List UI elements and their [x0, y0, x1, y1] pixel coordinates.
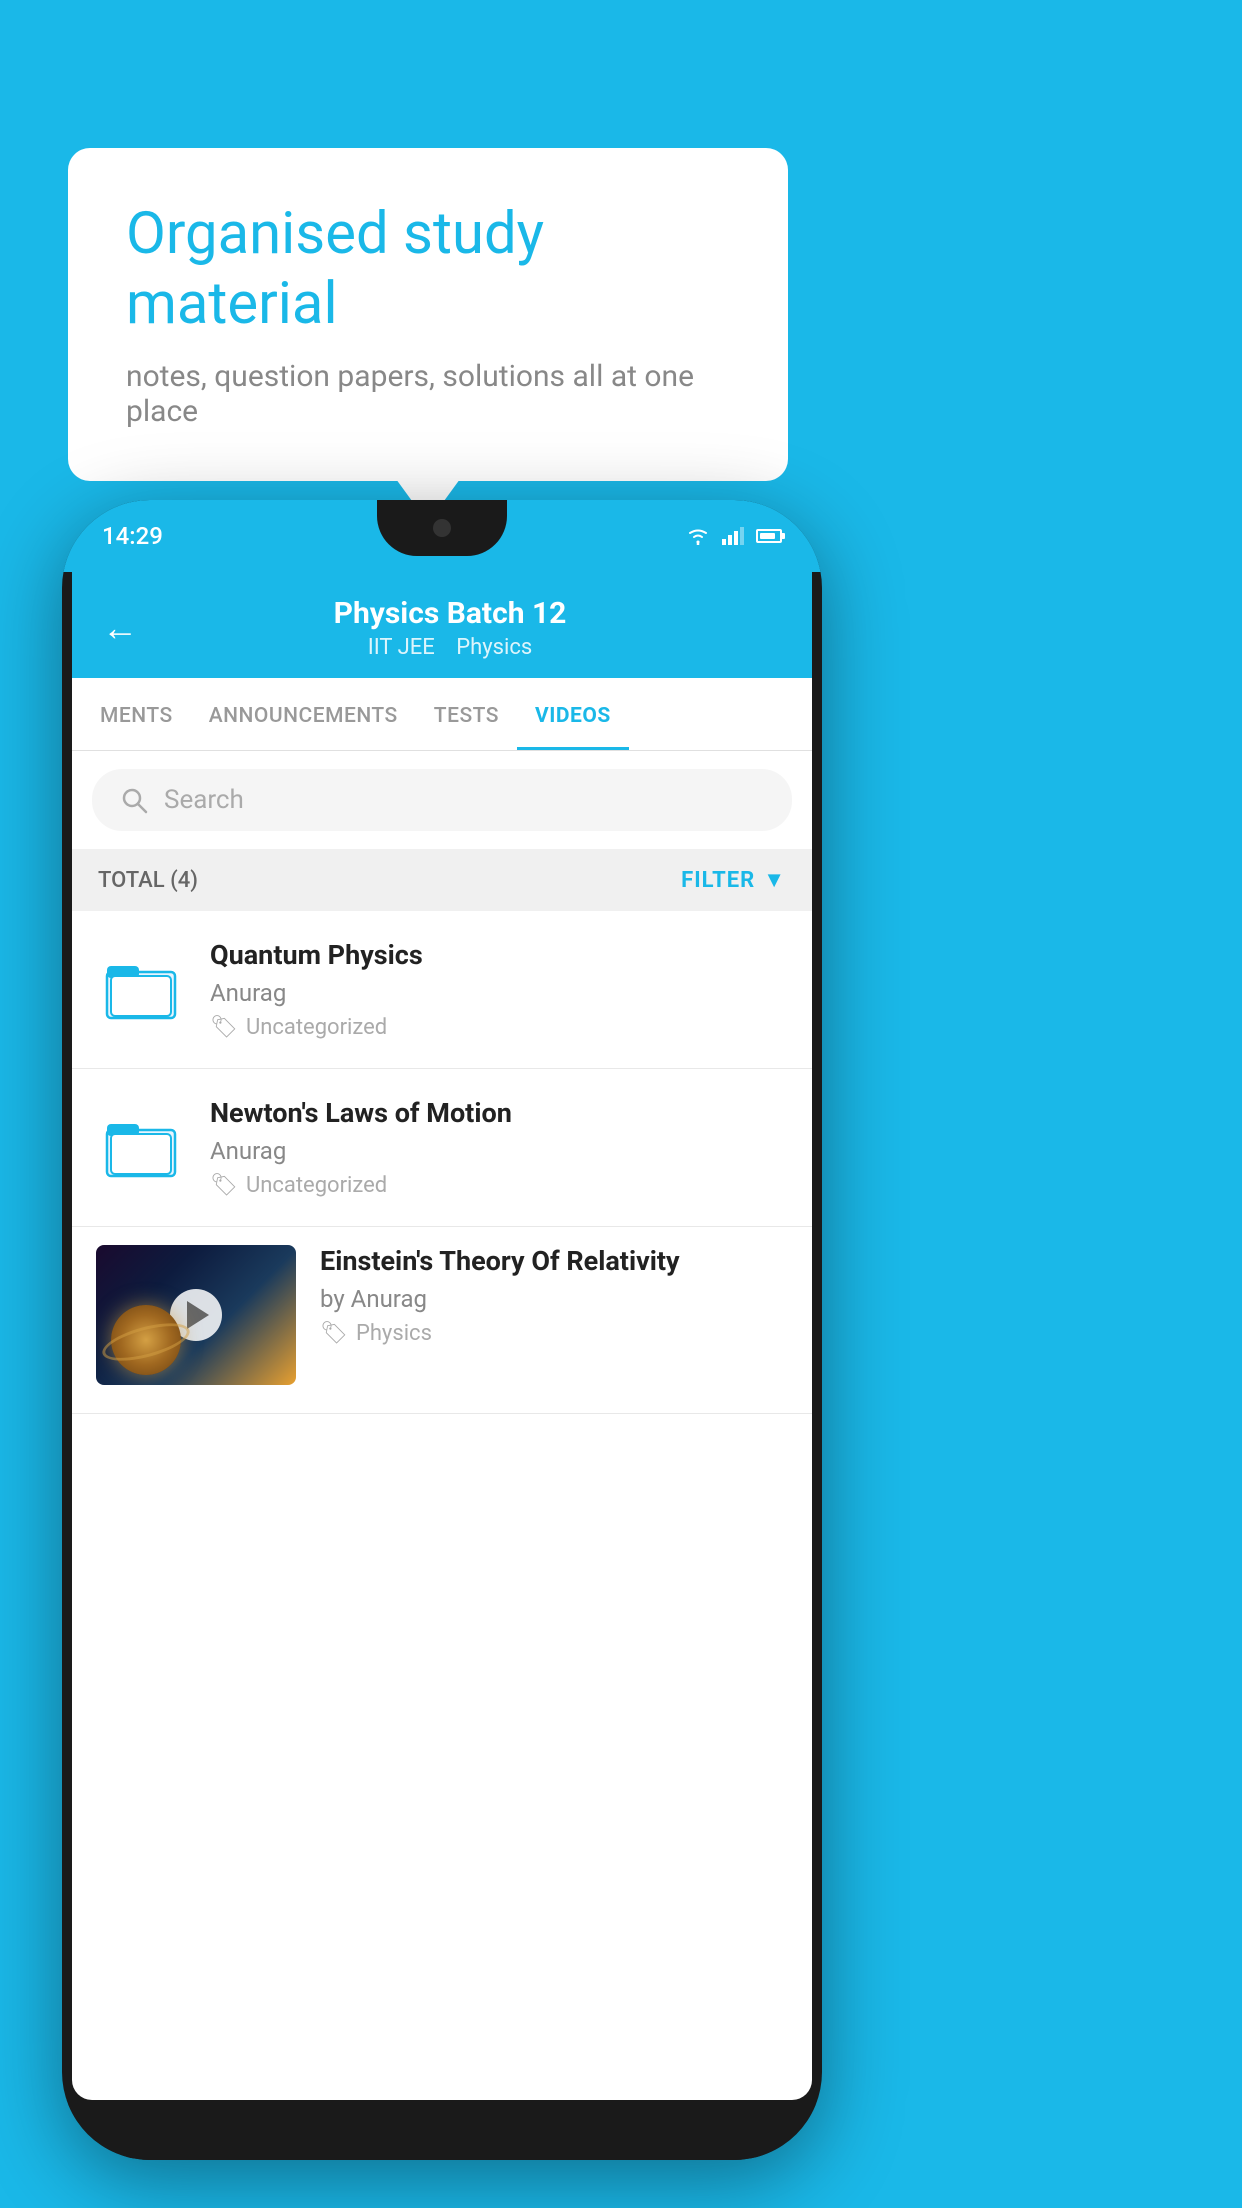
signal-icon: [722, 527, 744, 545]
tab-announcements[interactable]: ANNOUNCEMENTS: [191, 678, 416, 750]
wifi-icon: [686, 527, 710, 545]
iit-jee-tag: IIT JEE: [368, 635, 435, 660]
filter-label: FILTER: [681, 868, 755, 893]
folder-thumbnail-2: [96, 1103, 186, 1193]
video-author-2: Anurag: [210, 1137, 788, 1165]
phone-notch: [377, 500, 507, 556]
list-item[interactable]: Newton's Laws of Motion Anurag 🏷 Uncateg…: [72, 1069, 812, 1227]
video-tag-1: 🏷 Uncategorized: [210, 1015, 788, 1040]
phone-bottom: [62, 2100, 822, 2160]
physics-tag: Physics: [456, 635, 532, 660]
video-title-3: Einstein's Theory Of Relativity: [320, 1245, 788, 1277]
phone-frame: 14:29: [62, 500, 822, 2160]
filter-bar: TOTAL (4) FILTER ▼: [72, 849, 812, 911]
video-tag-3: 🏷 Physics: [320, 1321, 788, 1346]
header-text: Physics Batch 12 IIT JEE Physics: [158, 596, 742, 660]
status-time: 14:29: [102, 522, 163, 550]
tag-label-3: Physics: [356, 1321, 432, 1346]
video-author-1: Anurag: [210, 979, 788, 1007]
tab-videos[interactable]: VIDEOS: [517, 678, 629, 750]
tag-icon-2: 🏷: [210, 1173, 238, 1198]
list-item[interactable]: Quantum Physics Anurag 🏷 Uncategorized: [72, 911, 812, 1069]
video-tag-2: 🏷 Uncategorized: [210, 1173, 788, 1198]
phone-screen: ← Physics Batch 12 IIT JEE Physics MENTS…: [72, 572, 812, 2100]
tab-tests[interactable]: TESTS: [416, 678, 517, 750]
filter-funnel-icon: ▼: [763, 867, 786, 893]
bubble-subtitle: notes, question papers, solutions all at…: [126, 359, 730, 429]
search-placeholder: Search: [164, 785, 244, 815]
video-item-info-3: Einstein's Theory Of Relativity by Anura…: [320, 1245, 788, 1346]
video-item-info-1: Quantum Physics Anurag 🏷 Uncategorized: [210, 939, 788, 1040]
tag-icon-3: 🏷: [320, 1321, 348, 1346]
tab-ments[interactable]: MENTS: [82, 678, 191, 750]
video-thumbnail-3: [96, 1245, 296, 1385]
camera: [433, 519, 451, 537]
speech-bubble: Organised study material notes, question…: [68, 148, 788, 481]
search-bar-wrapper: Search: [72, 751, 812, 849]
folder-thumbnail-1: [96, 945, 186, 1035]
video-item-info-2: Newton's Laws of Motion Anurag 🏷 Uncateg…: [210, 1097, 788, 1198]
tabs-bar: MENTS ANNOUNCEMENTS TESTS VIDEOS: [72, 678, 812, 751]
play-icon: [187, 1301, 209, 1329]
battery-icon: [756, 529, 782, 543]
video-title-1: Quantum Physics: [210, 939, 788, 971]
back-button[interactable]: ←: [102, 610, 138, 646]
tag-icon-1: 🏷: [210, 1015, 238, 1040]
list-item[interactable]: Einstein's Theory Of Relativity by Anura…: [72, 1227, 812, 1414]
header-tags: IIT JEE Physics: [158, 635, 742, 660]
bubble-title: Organised study material: [126, 200, 730, 339]
video-list: Quantum Physics Anurag 🏷 Uncategorized: [72, 911, 812, 1414]
folder-icon: [105, 1116, 177, 1180]
video-title-2: Newton's Laws of Motion: [210, 1097, 788, 1129]
video-author-3: by Anurag: [320, 1285, 788, 1313]
total-count: TOTAL (4): [98, 868, 198, 893]
tag-label-2: Uncategorized: [246, 1173, 387, 1198]
folder-icon: [105, 958, 177, 1022]
search-icon: [120, 786, 148, 814]
status-bar: 14:29: [62, 500, 822, 572]
speech-bubble-wrapper: Organised study material notes, question…: [68, 148, 788, 481]
tag-label-1: Uncategorized: [246, 1015, 387, 1040]
status-icons: [686, 527, 782, 545]
search-bar[interactable]: Search: [92, 769, 792, 831]
batch-title: Physics Batch 12: [158, 596, 742, 631]
app-header: ← Physics Batch 12 IIT JEE Physics: [72, 572, 812, 678]
filter-button[interactable]: FILTER ▼: [681, 867, 786, 893]
